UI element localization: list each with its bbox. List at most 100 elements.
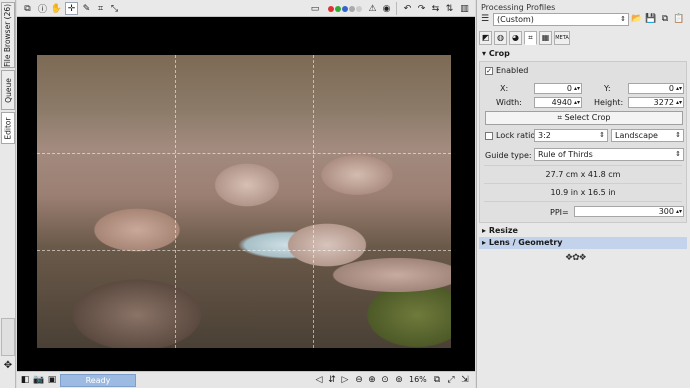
profile-select-value: (Custom) [497,15,534,24]
before-after-icon[interactable]: ▭ [307,2,323,15]
tab-editor[interactable]: Editor [1,112,15,144]
y-label: Y: [604,84,611,93]
spinner-arrows-icon[interactable]: ▴▾ [574,84,580,93]
toolbar-separator [396,2,397,15]
crop-icon: ⌗ [557,113,565,122]
height-label: Height: [594,98,624,107]
tab-raw[interactable]: ▦ [539,31,552,45]
ppi-label: PPI= [550,208,569,217]
flip-vertical-icon[interactable]: ⇅ [443,2,456,15]
image-viewport[interactable] [17,17,475,371]
thirds-guide-horizontal [37,250,451,252]
camera-icon[interactable]: 📷 [33,374,45,386]
divider [484,183,682,184]
info-icon[interactable]: ⓘ [36,2,49,15]
ratio-select[interactable]: 3:2 ⇕ [534,129,608,142]
select-crop-button[interactable]: ⌗ Select Crop [485,111,683,125]
width-value: 4940 [551,98,572,107]
spinner-arrows-icon[interactable]: ▴▾ [676,84,682,93]
ppi-value: 300 [658,207,674,216]
resize-section-header[interactable]: ▸ Resize [479,225,687,237]
flip-icon[interactable]: ⇆ [429,2,442,15]
crop-panel: ✓ Enabled X: 0 ▴▾ Y: 0 ▴▾ Width: 4940 ▴▾… [479,61,687,223]
crop-section-header[interactable]: ▾ Crop [479,48,687,60]
move-icon[interactable]: ✥ [2,360,14,372]
tab-queue[interactable]: Queue [1,70,15,110]
picker-icon[interactable]: ✎ [80,2,93,15]
chevron-updown-icon: ⇕ [620,15,626,23]
lock-ratio-checkbox[interactable] [485,132,493,140]
y-spinner[interactable]: 0 ▴▾ [628,83,684,94]
transform-icon[interactable]: ⤡ [108,2,121,15]
paste-profile-icon[interactable]: 📋 [673,13,685,25]
resize-section-title: Resize [488,226,518,235]
lens-geometry-section-header[interactable]: ▸ Lens / Geometry [479,237,687,249]
preview-mode-icon[interactable]: ▣ [46,374,58,386]
select-crop-label: Select Crop [564,113,611,122]
panel-icon[interactable]: ▥ [458,2,471,15]
width-spinner[interactable]: 4940 ▴▾ [534,97,582,108]
height-spinner[interactable]: 3272 ▴▾ [628,97,684,108]
chevron-updown-icon: ⇕ [675,131,681,139]
guide-type-select[interactable]: Rule of Thirds ⇕ [534,148,684,161]
sync-icon[interactable]: ⇵ [326,374,338,386]
thirds-guide-vertical [174,55,176,348]
spinner-arrows-icon[interactable]: ▴▾ [676,207,682,216]
profile-select[interactable]: (Custom) ⇕ [493,13,629,26]
ppi-spinner[interactable]: 300 ▴▾ [574,206,684,217]
preview-photo[interactable] [37,55,451,348]
crop-icon[interactable]: ⌗ [94,2,107,15]
tab-transform[interactable]: ⌗ [524,31,537,45]
guide-type-select-value: Rule of Thirds [538,150,593,159]
next-image-icon[interactable]: ▷ [339,374,351,386]
spinner-arrows-icon[interactable]: ▴▾ [676,98,682,107]
previous-image-icon[interactable]: ◁ [313,374,325,386]
tab-exposure[interactable]: ◩ [479,31,492,45]
x-spinner[interactable]: 0 ▴▾ [534,83,582,94]
zoom-100-icon[interactable]: ⊚ [393,374,405,386]
crop-enabled-checkbox[interactable]: ✓ [485,67,493,75]
status-badge: Ready [60,374,136,387]
tab-metadata[interactable]: META [554,31,570,45]
orientation-select[interactable]: Landscape ⇕ [611,129,684,142]
focus-mask-icon[interactable]: ◉ [380,2,393,15]
y-value: 0 [668,84,674,93]
crop-enabled-label: Enabled [496,66,529,75]
tab-details[interactable]: ◍ [494,31,507,45]
profile-row: ☰ (Custom) ⇕ 📂 💾 ⧉ 📋 [479,12,687,27]
tab-color[interactable]: ◕ [509,31,522,45]
channel-dots-icon[interactable] [325,2,365,15]
rotate-right-icon[interactable]: ↷ [415,2,428,15]
copy-icon[interactable]: ⧉ [21,2,34,15]
open-profile-icon[interactable]: 📂 [631,13,643,25]
copy-profile-icon[interactable]: ⧉ [659,13,671,25]
tab-file-browser[interactable]: File Browser (26) [1,2,15,68]
navigator-panel-toggle[interactable] [1,318,15,356]
hide-panel-icon[interactable]: ◧ [19,374,31,386]
warning-icon[interactable]: ⚠ [366,2,379,15]
zoom-in-icon[interactable]: ⊕ [366,374,378,386]
guide-type-label: Guide type: [485,151,532,160]
x-value: 0 [566,84,572,93]
save-profile-icon[interactable]: 💾 [645,13,657,25]
zoom-out-icon[interactable]: ⊖ [353,374,365,386]
lock-ratio-label: Lock ratio [496,131,536,140]
fullscreen-icon[interactable]: ⤢ [445,374,457,386]
rotate-left-icon[interactable]: ↶ [401,2,414,15]
app-window: File Browser (26) Queue Editor ✥ ⧉ ⓘ ✋ ✛… [0,0,690,388]
crosshair-icon[interactable]: ✛ [65,2,78,15]
hand-icon[interactable]: ✋ [50,2,63,15]
tab-queue-label: Queue [3,77,13,103]
print-size-in: 10.9 in x 16.5 in [550,188,616,197]
zoom-fit-icon[interactable]: ⊙ [379,374,391,386]
tool-panel: Processing Profiles ☰ (Custom) ⇕ 📂 💾 ⧉ 📋… [476,0,690,388]
profile-list-icon[interactable]: ☰ [479,13,491,25]
new-window-icon[interactable]: ⧉ [431,374,443,386]
spinner-arrows-icon[interactable]: ▴▾ [574,98,580,107]
collapse-icon[interactable]: ⇲ [459,374,471,386]
chevron-updown-icon: ⇕ [599,131,605,139]
divider [484,165,682,166]
processing-profiles-title: Processing Profiles [481,3,556,12]
print-size-cm: 27.7 cm x 41.8 cm [545,170,621,179]
thirds-guide-horizontal [37,152,451,154]
